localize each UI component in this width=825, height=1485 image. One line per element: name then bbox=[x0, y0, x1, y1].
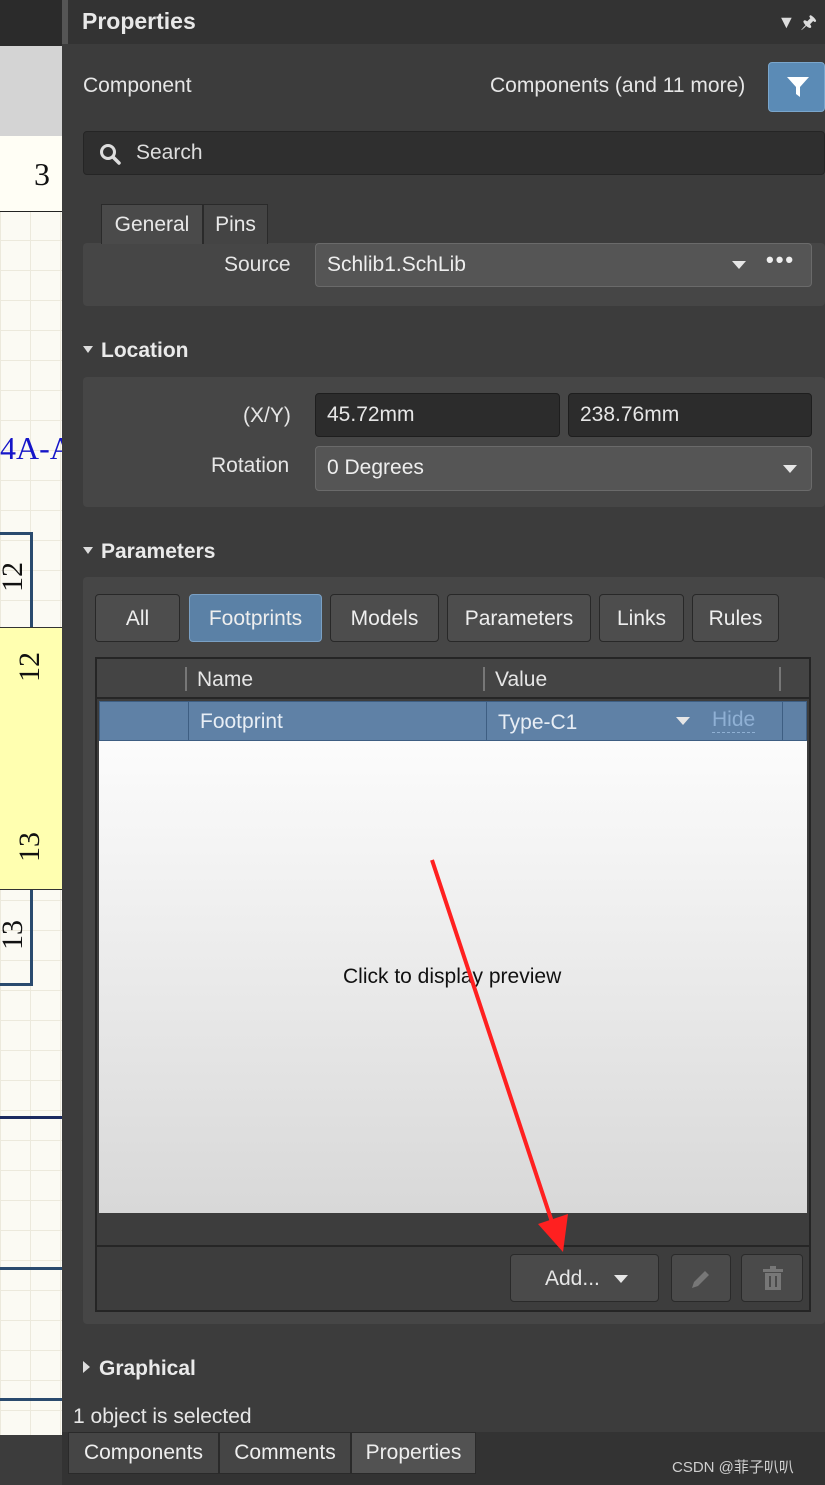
annotation-arrow bbox=[430, 859, 568, 1252]
